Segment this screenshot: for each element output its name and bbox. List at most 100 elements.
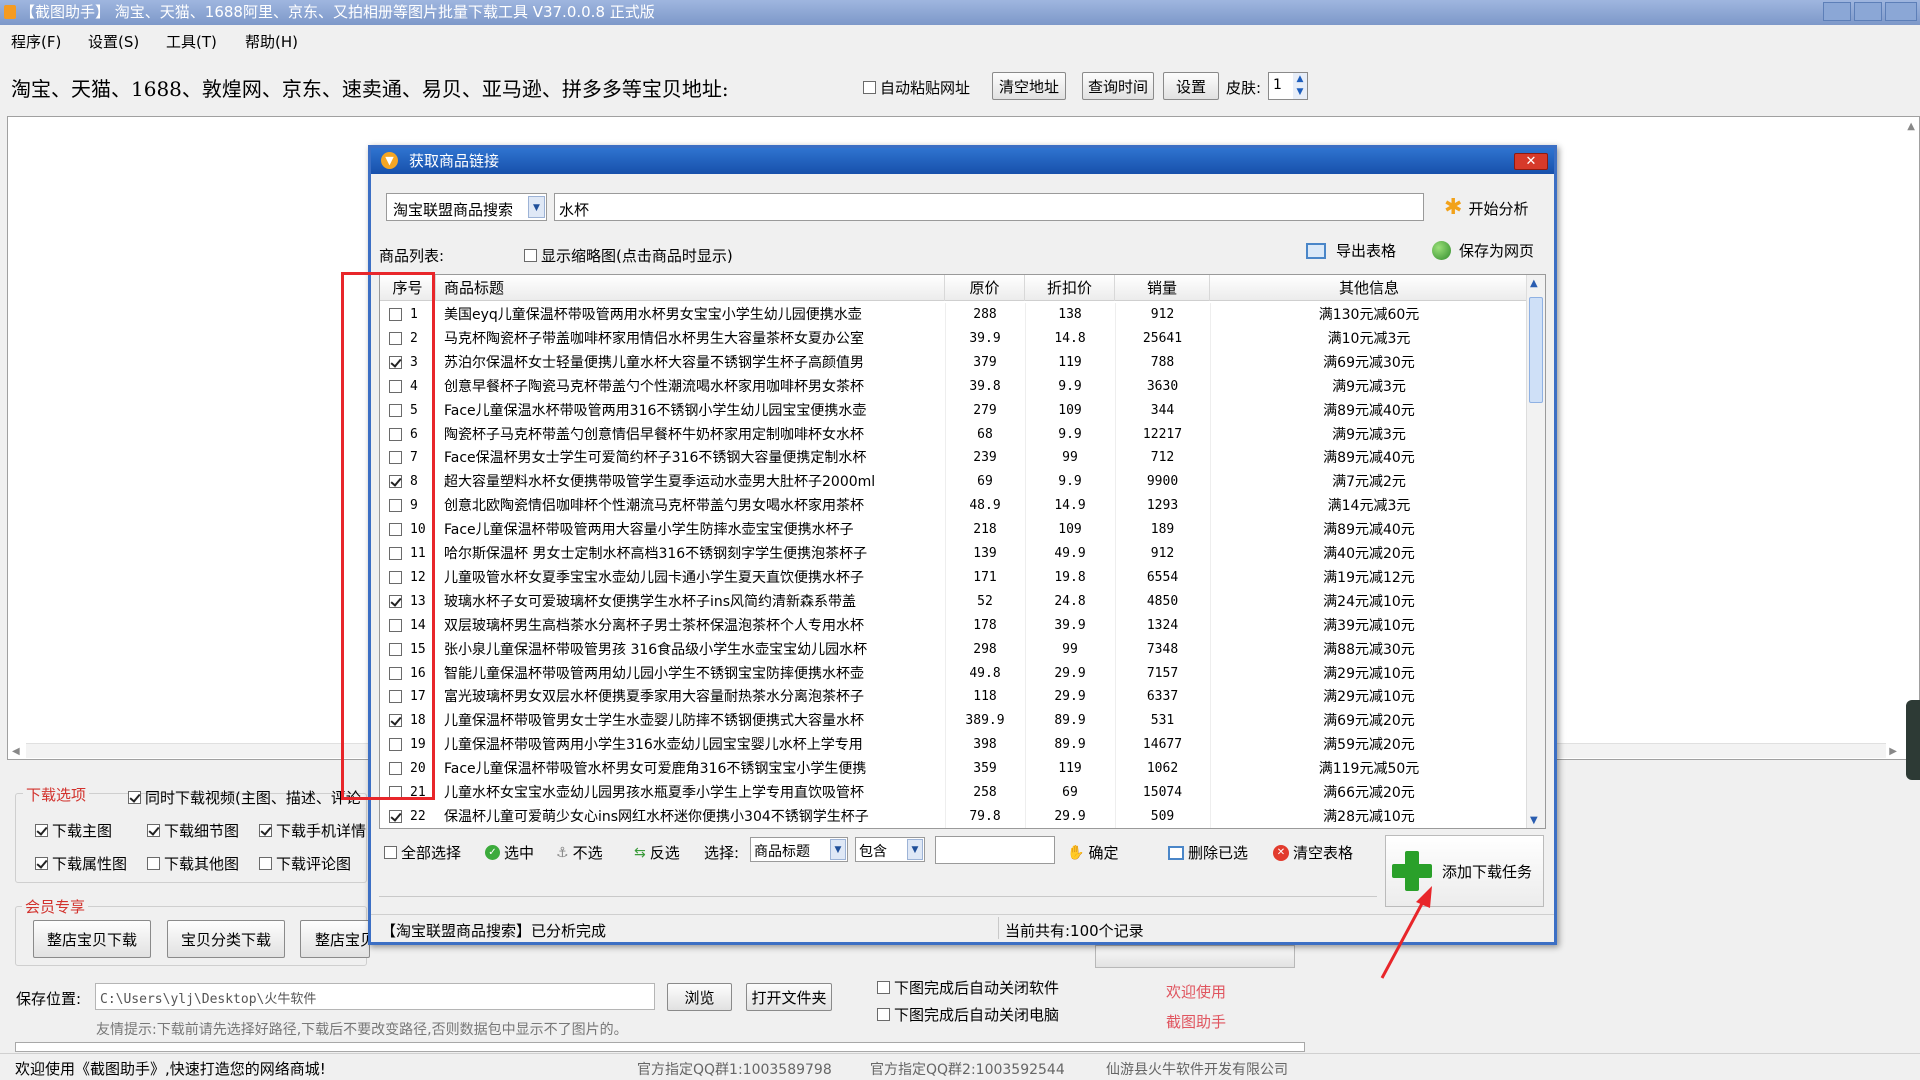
table-vscrollbar[interactable]: ▲ ▼ [1526,275,1545,828]
close-app-option[interactable]: 下图完成后自动关闭软件 [877,977,1059,998]
delete-selected-button[interactable]: 删除已选 [1168,842,1248,863]
col-other[interactable]: 其他信息 [1210,275,1528,301]
download-mobile-checkbox[interactable] [259,824,272,837]
table-row[interactable]: 22 保温杯儿童可爱萌少女心ins网红水杯迷你便携小304不锈钢学生杯子 79.8 2… [380,804,1528,828]
table-row[interactable]: 19 儿童保温杯带吸管两用小学生316水壶幼儿园宝宝婴儿水杯上学专用 398 89.9… [380,733,1528,758]
table-row[interactable]: 15 张小泉儿童保温杯带吸管男孩 316食品级小学生水壶宝宝幼儿园水杯 298 99 7… [380,637,1528,662]
confirm-button[interactable]: ✋ 确定 [1067,842,1118,863]
download-other-checkbox[interactable] [147,857,160,870]
clear-address-button[interactable]: 清空地址 [992,72,1066,100]
col-title[interactable]: 商品标题 [436,275,945,301]
chevron-down-icon[interactable]: ▼ [528,196,545,218]
download-detail-option[interactable]: 下载细节图 [147,820,239,841]
export-table-button[interactable]: 导出表格 [1306,240,1396,261]
table-row[interactable]: 9 创意北欧陶瓷情侣咖啡杯个性潮流马克杯带盖勺男女喝水杯家用茶杯 48.9 14.9 1… [380,494,1528,519]
table-row[interactable]: 18 儿童保温杯带吸管男女士学生水壶婴儿防摔不锈钢便携式大容量水杯 389.9 89.… [380,709,1528,734]
category-download-button[interactable]: 宝贝分类下载 [167,920,285,958]
table-row[interactable]: 7 Face保温杯男女士学生可爱简约杯子316不锈钢大容量便携定制水杯 239 99 7… [380,446,1528,471]
menu-help[interactable]: 帮助(H) [245,31,298,52]
table-row[interactable]: 20 Face儿童保温杯带吸管水杯男女可爱鹿角316不锈钢宝宝小学生便携 359 11… [380,757,1528,782]
table-row[interactable]: 17 富光玻璃杯男女双层水杯便携夏季家用大容量耐热茶水分离泡茶杯子 118 29.9 6… [380,685,1528,710]
download-attr-option[interactable]: 下载属性图 [35,853,127,874]
row-checkbox[interactable] [389,809,402,823]
menu-tools[interactable]: 工具(T) [166,31,217,52]
browse-button[interactable]: 浏览 [667,983,732,1011]
download-video-option[interactable]: 同时下载视频(主图、描述、评论 [128,787,361,808]
download-other-option[interactable]: 下载其他图 [147,853,239,874]
download-main-checkbox[interactable] [35,824,48,837]
shutdown-option[interactable]: 下图完成后自动关闭电脑 [877,1004,1059,1025]
download-review-checkbox[interactable] [259,857,272,870]
spin-down-icon[interactable]: ▼ [1293,86,1307,99]
query-time-button[interactable]: 查询时间 [1082,72,1154,100]
grid-line [1210,733,1211,758]
show-thumbnail-option[interactable]: 显示缩略图(点击商品时显示) [524,245,733,266]
table-row[interactable]: 1 美国eyq儿童保温杯带吸管两用水杯男女宝宝小学生幼儿园便携水壶 288 138 91… [380,303,1528,327]
open-folder-button[interactable]: 打开文件夹 [746,983,832,1011]
select-all-option[interactable]: 全部选择 [384,842,461,863]
table-row[interactable]: 13 玻璃水杯子女可爱玻璃杯女便携学生水杯子ins风简约清新森系带盖 52 24.8 4… [380,589,1528,614]
auto-paste-option[interactable]: 自动粘贴网址 [863,77,970,98]
auto-paste-checkbox[interactable] [863,81,876,94]
operator-select[interactable]: 包含 ▼ [855,837,925,862]
save-path-field[interactable]: C:\Users\ylj\Desktop\火牛软件 [95,983,655,1010]
keyword-input[interactable]: 水杯 [554,193,1424,221]
table-row[interactable]: 16 智能儿童保温杯带吸管两用幼儿园小学生不锈钢宝宝防摔便携水杯壶 49.8 29.9… [380,661,1528,686]
start-analyze-button[interactable]: ✱ 开始分析 [1434,194,1542,222]
table-row[interactable]: 21 儿童水杯女宝宝水壶幼儿园男孩水瓶夏季小学生上学专用直饮吸管杯 258 69 150… [380,781,1528,805]
select-all-checkbox[interactable] [384,846,397,859]
table-row[interactable]: 11 哈尔斯保温杯 男女士定制水杯高档316不锈钢刻字学生便携泡茶杯子 139 49.… [380,542,1528,566]
table-row[interactable]: 5 Face儿童保温水杯带吸管两用316不锈钢小学生幼儿园宝宝便携水壶 279 109… [380,398,1528,423]
field-select[interactable]: 商品标题 ▼ [750,837,848,862]
select-button[interactable]: ✓ 选中 [485,842,534,863]
panel-scroll-right-icon[interactable]: ▶ [1889,746,1897,757]
minimize-button[interactable] [1823,2,1851,21]
settings-button[interactable]: 设置 [1163,72,1219,100]
cell-disc: 29.9 [1054,665,1086,681]
shop-extra-button[interactable]: 整店宝贝 [300,920,370,958]
download-video-checkbox[interactable] [128,791,141,804]
download-main-option[interactable]: 下载主图 [35,820,112,841]
table-row[interactable]: 14 双层玻璃杯男生高档茶水分离杯子男士茶杯保温泡茶杯个人专用水杯 178 39.9 1… [380,613,1528,638]
scroll-down-icon[interactable]: ▼ [1530,815,1538,826]
dialog-close-icon[interactable]: ✕ [1514,153,1548,170]
scroll-up-icon[interactable]: ▲ [1530,278,1538,289]
download-attr-checkbox[interactable] [35,857,48,870]
shutdown-checkbox[interactable] [877,1008,890,1021]
table-row[interactable]: 2 马克杯陶瓷杯子带盖咖啡杯家用情侣水杯男生大容量茶杯女夏办公室 39.9 14.8 2… [380,326,1528,351]
table-row[interactable]: 10 Face儿童保温杯带吸管两用大容量小学生防摔水壶宝宝便携水杯子 218 109 1… [380,518,1528,543]
download-mobile-option[interactable]: 下载手机详情 [259,820,366,841]
chevron-down-icon[interactable]: ▼ [907,839,923,860]
skin-spinner[interactable]: 1 ▲ ▼ [1268,72,1308,100]
show-thumbnail-checkbox[interactable] [524,249,537,262]
menu-program[interactable]: 程序(F) [11,31,61,52]
clear-table-button[interactable]: ✕ 清空表格 [1273,842,1353,863]
status-qq2: 官方指定QQ群2:1003592544 [870,1062,1065,1078]
maximize-button[interactable] [1854,2,1882,21]
panel-scroll-up-icon[interactable]: ▲ [1907,121,1915,132]
table-row[interactable]: 8 超大容量塑料水杯女便携带吸管学生夏季运动水壶男大肚杯子2000ml 69 9.9 9… [380,470,1528,495]
scroll-thumb[interactable] [1529,297,1543,403]
save-webpage-button[interactable]: 保存为网页 [1432,240,1534,261]
filter-value-input[interactable] [935,836,1055,864]
col-sales[interactable]: 销量 [1115,275,1210,301]
download-detail-checkbox[interactable] [147,824,160,837]
side-handle[interactable] [1906,700,1920,780]
whole-shop-button[interactable]: 整店宝贝下载 [33,920,151,958]
menu-settings[interactable]: 设置(S) [88,31,139,52]
close-app-checkbox[interactable] [877,981,890,994]
panel-scroll-left-icon[interactable]: ◀ [12,746,20,757]
close-button[interactable] [1885,2,1917,21]
col-discount[interactable]: 折扣价 [1025,275,1115,301]
table-row[interactable]: 3 苏泊尔保温杯女士轻量便携儿童水杯大容量不锈钢学生杯子高颜值男 379 119 788… [380,350,1528,375]
source-select[interactable]: 淘宝联盟商品搜索 ▼ [386,193,547,221]
table-row[interactable]: 6 陶瓷杯子马克杯带盖勺创意情侣早餐杯牛奶杯家用定制咖啡杯女水杯 68 9.9 1221… [380,422,1528,447]
download-review-option[interactable]: 下载评论图 [259,853,351,874]
spin-up-icon[interactable]: ▲ [1293,73,1307,86]
table-row[interactable]: 4 创意早餐杯子陶瓷马克杯带盖勺个性潮流喝水杯家用咖啡杯男女茶杯 39.8 9.9 36… [380,374,1528,399]
unselect-button[interactable]: ⚓ 不选 [556,842,603,863]
col-price[interactable]: 原价 [945,275,1025,301]
invert-button[interactable]: ⇆ 反选 [634,842,680,863]
table-row[interactable]: 12 儿童吸管水杯女夏季宝宝水壶幼儿园卡通小学生夏天直饮便携水杯子 171 19.8 6… [380,565,1528,590]
chevron-down-icon[interactable]: ▼ [830,839,846,860]
